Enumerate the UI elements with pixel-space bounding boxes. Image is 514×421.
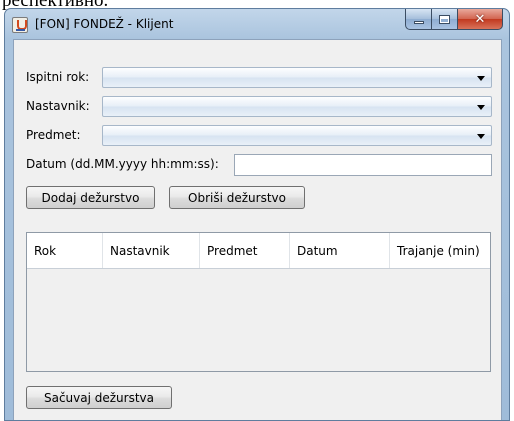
app-window: [FON] FONDEŽ - Klijent ✕ Ispitni rok: Na… (4, 8, 510, 421)
table-header: Rok Nastavnik Predmet Datum Trajanje (mi… (27, 233, 490, 269)
teacher-label: Nastavnik: (26, 99, 90, 113)
minimize-icon (413, 21, 424, 24)
close-button[interactable]: ✕ (457, 9, 503, 30)
save-duties-button[interactable]: Sačuvaj dežurstva (26, 386, 172, 409)
duties-table[interactable]: Rok Nastavnik Predmet Datum Trajanje (mi… (26, 232, 491, 372)
delete-duty-button[interactable]: Obriši dežurstvo (169, 186, 305, 209)
maximize-button[interactable] (431, 9, 457, 30)
column-header-datum[interactable]: Datum (290, 233, 390, 268)
date-input[interactable] (234, 154, 492, 176)
window-title: [FON] FONDEŽ - Klijent (35, 17, 174, 31)
teacher-combobox[interactable] (102, 96, 492, 117)
window-controls: ✕ (405, 9, 503, 30)
client-area: Ispitni rok: Nastavnik: Predmet: Datum (… (13, 39, 502, 420)
chevron-down-icon (477, 105, 485, 110)
chevron-down-icon (477, 76, 485, 81)
column-header-rok[interactable]: Rok (27, 233, 103, 268)
column-header-predmet[interactable]: Predmet (200, 233, 290, 268)
date-label: Datum (dd.MM.yyyy hh:mm:ss): (26, 157, 219, 171)
add-duty-button[interactable]: Dodaj dežurstvo (26, 186, 155, 209)
close-icon: ✕ (474, 11, 486, 27)
column-header-nastavnik[interactable]: Nastavnik (103, 233, 200, 268)
title-bar[interactable]: [FON] FONDEŽ - Klijent ✕ (5, 9, 509, 39)
maximize-icon (439, 14, 450, 24)
chevron-down-icon (477, 134, 485, 139)
subject-combobox[interactable] (102, 125, 492, 146)
exam-period-label: Ispitni rok: (26, 70, 90, 84)
subject-label: Predmet: (26, 128, 81, 142)
minimize-button[interactable] (405, 9, 431, 30)
exam-period-combobox[interactable] (102, 67, 492, 88)
java-app-icon (12, 17, 28, 33)
column-header-trajanje[interactable]: Trajanje (min) (390, 233, 490, 268)
